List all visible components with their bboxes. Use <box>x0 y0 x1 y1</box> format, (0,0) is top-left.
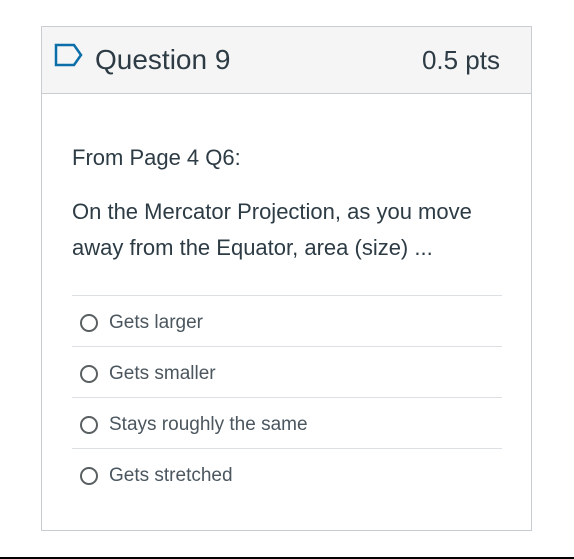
radio-button[interactable] <box>80 365 98 383</box>
radio-button[interactable] <box>80 416 98 434</box>
question-card: Question 9 0.5 pts From Page 4 Q6: On th… <box>41 26 532 531</box>
radio-button[interactable] <box>80 467 98 485</box>
answer-option[interactable]: Stays roughly the same <box>72 397 502 448</box>
question-prompt: On the Mercator Projection, as you move … <box>72 199 472 260</box>
question-reference: From Page 4 Q6: <box>72 145 241 170</box>
question-header: Question 9 0.5 pts <box>42 27 531 94</box>
question-points: 0.5 pts <box>421 45 500 75</box>
answer-label[interactable]: Stays roughly the same <box>109 412 308 438</box>
answer-label[interactable]: Gets stretched <box>109 463 233 489</box>
answer-label[interactable]: Gets smaller <box>109 361 216 387</box>
flag-outline-icon[interactable] <box>54 43 84 67</box>
answer-option[interactable]: Gets larger <box>72 295 502 346</box>
answer-option[interactable]: Gets smaller <box>72 346 502 397</box>
page-frame: Question 9 0.5 pts From Page 4 Q6: On th… <box>0 0 574 559</box>
answer-label[interactable]: Gets larger <box>109 310 203 336</box>
answer-option[interactable]: Gets stretched <box>72 448 502 499</box>
radio-button[interactable] <box>80 314 98 332</box>
question-title: Question 9 <box>95 44 231 75</box>
answer-list: Gets larger Gets smaller Stays roughly t… <box>72 295 502 499</box>
